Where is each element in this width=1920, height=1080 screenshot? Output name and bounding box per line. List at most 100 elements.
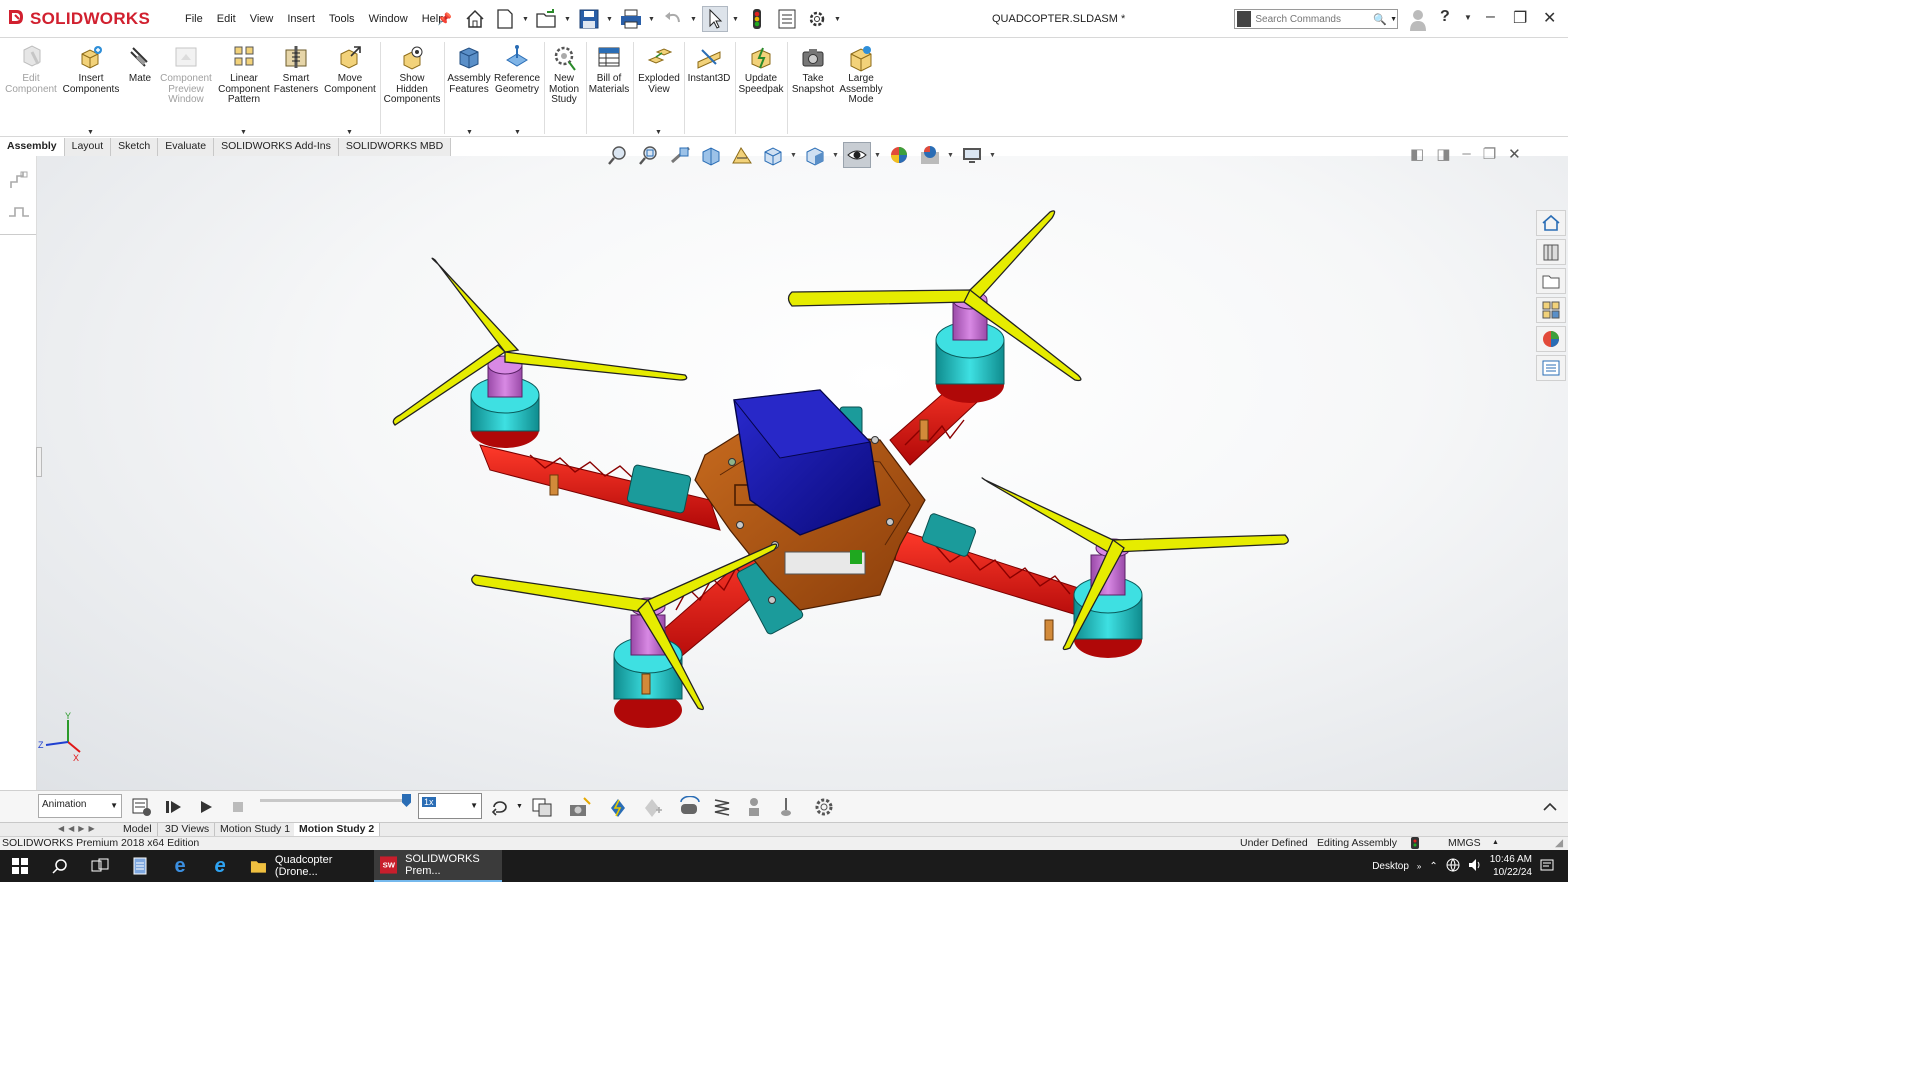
study-type-dropdown-icon[interactable]: ▼ xyxy=(110,801,118,810)
viewport-split-left-icon[interactable]: ◧ xyxy=(1410,145,1424,163)
motor-icon[interactable] xyxy=(678,795,702,819)
tab-3d-views[interactable]: 3D Views xyxy=(160,823,216,837)
display-style-icon[interactable] xyxy=(801,142,829,168)
tab-layout[interactable]: Layout xyxy=(64,138,112,156)
move-component-dropdown-icon[interactable]: ▼ xyxy=(346,128,353,139)
feature-tree-icon[interactable] xyxy=(8,170,30,195)
calculate-icon[interactable] xyxy=(130,795,154,819)
tab-motion-study-2[interactable]: Motion Study 2 xyxy=(294,823,381,837)
open-icon[interactable] xyxy=(534,6,560,32)
menu-view[interactable]: View xyxy=(243,11,281,27)
edit-component-button[interactable]: Edit Component xyxy=(4,44,58,95)
timeline-handle[interactable] xyxy=(402,794,411,807)
search-commands[interactable]: 🔍 ▼ xyxy=(1234,9,1398,29)
smart-fasteners-button[interactable]: Smart Fasteners xyxy=(272,44,320,95)
options-dropdown-icon[interactable]: ▼ xyxy=(834,16,842,23)
menu-tools[interactable]: Tools xyxy=(322,11,362,27)
undo-icon[interactable] xyxy=(660,6,686,32)
tab-evaluate[interactable]: Evaluate xyxy=(158,138,215,156)
assembly-features-button[interactable]: Assembly Features ▼ xyxy=(446,44,492,136)
gravity-icon[interactable] xyxy=(774,795,798,819)
viewport-split-right-icon[interactable]: ◨ xyxy=(1436,145,1450,163)
zoom-to-area-icon[interactable] xyxy=(635,142,663,168)
pane-collapse-handle[interactable] xyxy=(36,447,42,477)
tab-scroll-arrows-icon[interactable]: ◀◀▶▶ xyxy=(58,824,99,833)
view-orientation-dropdown-icon[interactable]: ▼ xyxy=(790,152,798,159)
task-view-icon[interactable] xyxy=(80,850,120,882)
hide-show-items-icon[interactable] xyxy=(843,142,871,168)
network-icon[interactable] xyxy=(1446,858,1460,875)
desktop-toolbar-label[interactable]: Desktop xyxy=(1372,861,1409,872)
open-dropdown-icon[interactable]: ▼ xyxy=(564,16,572,23)
view-settings-dropdown-icon[interactable]: ▼ xyxy=(989,152,997,159)
bill-of-materials-button[interactable]: Bill of Materials xyxy=(588,44,630,95)
quadcopter-model[interactable] xyxy=(380,200,1300,730)
tab-model[interactable]: Model xyxy=(118,823,158,837)
save-icon[interactable] xyxy=(576,6,602,32)
stop-icon[interactable] xyxy=(226,795,250,819)
options-gear-icon[interactable] xyxy=(804,6,830,32)
menu-file[interactable]: File xyxy=(178,11,210,27)
view-settings-icon[interactable] xyxy=(958,142,986,168)
tab-motion-study-1[interactable]: Motion Study 1 xyxy=(215,823,297,837)
show-hidden-components-button[interactable]: Show Hidden Components xyxy=(384,44,440,106)
custom-properties-icon[interactable] xyxy=(1536,355,1566,381)
search-mode-icon[interactable] xyxy=(1237,11,1252,27)
taskbar-search-icon[interactable] xyxy=(40,850,80,882)
tray-overflow-icon[interactable]: ⌃ xyxy=(1429,861,1437,872)
autokey-icon[interactable] xyxy=(606,795,630,819)
play-from-start-icon[interactable] xyxy=(162,795,186,819)
select-dropdown-icon[interactable]: ▼ xyxy=(732,16,740,23)
playback-mode-icon[interactable] xyxy=(488,795,512,819)
mate-button[interactable]: Mate xyxy=(124,44,156,85)
contact-icon[interactable] xyxy=(742,795,766,819)
apply-scene-icon[interactable] xyxy=(916,142,944,168)
file-properties-icon[interactable] xyxy=(774,6,800,32)
collapse-motion-manager-icon[interactable] xyxy=(1538,795,1562,819)
print-icon[interactable] xyxy=(618,6,644,32)
undo-dropdown-icon[interactable]: ▼ xyxy=(690,16,698,23)
assembly-features-dropdown-icon[interactable]: ▼ xyxy=(466,128,473,139)
component-preview-window-button[interactable]: Component Preview Window xyxy=(158,44,214,106)
menu-edit[interactable]: Edit xyxy=(210,11,243,27)
playback-speed-select[interactable]: 1x ▼ xyxy=(418,793,482,819)
apply-scene-dropdown-icon[interactable]: ▼ xyxy=(947,152,955,159)
tab-sketch[interactable]: Sketch xyxy=(111,138,159,156)
select-icon[interactable] xyxy=(702,6,728,32)
file-explorer-icon[interactable] xyxy=(1536,268,1566,294)
search-icon[interactable]: 🔍 xyxy=(1373,13,1387,26)
notepad-app-icon[interactable] xyxy=(120,850,160,882)
home-icon[interactable] xyxy=(462,6,488,32)
close-icon[interactable]: ✕ xyxy=(1543,8,1556,28)
tab-mbd[interactable]: SOLIDWORKS MBD xyxy=(338,138,452,156)
units-system[interactable]: MMGS xyxy=(1448,837,1481,849)
volume-icon[interactable] xyxy=(1468,858,1482,875)
taskbar-app-solidworks[interactable]: SW SOLIDWORKS Prem... xyxy=(374,850,502,882)
pin-icon[interactable]: 📌 xyxy=(437,12,452,26)
minimize-icon[interactable]: – xyxy=(1486,8,1495,26)
exploded-view-dropdown-icon[interactable]: ▼ xyxy=(655,128,662,139)
add-update-key-icon[interactable] xyxy=(640,795,664,819)
playback-speed-dropdown-icon[interactable]: ▼ xyxy=(470,801,478,810)
view-orientation-icon[interactable] xyxy=(759,142,787,168)
internet-explorer-icon[interactable]: e xyxy=(200,850,240,882)
save-animation-icon[interactable] xyxy=(530,795,554,819)
desktop-toolbar-expand-icon[interactable]: » xyxy=(1417,862,1421,871)
viewport-close-icon[interactable]: ✕ xyxy=(1508,145,1521,163)
solidworks-resources-home-icon[interactable] xyxy=(1536,210,1566,236)
units-dropdown-icon[interactable]: ▲ xyxy=(1492,839,1499,846)
help-icon[interactable]: ? xyxy=(1440,8,1450,26)
zoom-to-fit-icon[interactable] xyxy=(604,142,632,168)
instant3d-button[interactable]: Instant3D xyxy=(686,44,732,85)
play-icon[interactable] xyxy=(194,795,218,819)
animation-wizard-icon[interactable] xyxy=(568,795,592,819)
spring-icon[interactable] xyxy=(710,795,734,819)
new-dropdown-icon[interactable]: ▼ xyxy=(522,16,530,23)
dynamic-annotation-icon[interactable] xyxy=(728,142,756,168)
study-type-select[interactable]: Animation ▼ xyxy=(38,794,122,818)
move-component-button[interactable]: Move Component ▼ xyxy=(322,44,378,136)
take-snapshot-button[interactable]: Take Snapshot xyxy=(790,44,836,95)
menu-insert[interactable]: Insert xyxy=(280,11,322,27)
playback-timeline[interactable] xyxy=(260,799,410,802)
previous-view-icon[interactable] xyxy=(666,142,694,168)
